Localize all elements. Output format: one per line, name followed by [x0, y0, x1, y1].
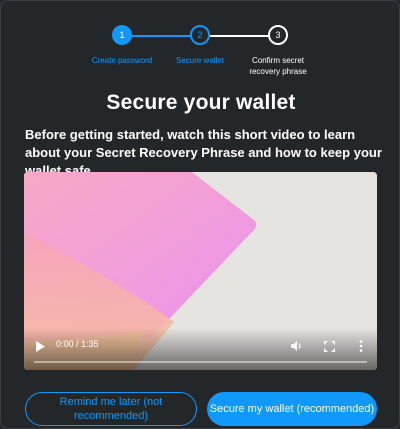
intro-video-player[interactable]: 0:00 / 1:35 — [24, 172, 377, 370]
remind-later-button[interactable]: Remind me later (not recommended) — [25, 392, 197, 426]
video-time: 0:00 / 1:35 — [56, 339, 99, 349]
video-controls: 0:00 / 1:35 — [24, 328, 377, 370]
progress-stepper: 1 Create password 2 Secure wallet 3 Conf… — [1, 25, 399, 85]
play-icon[interactable] — [34, 339, 46, 353]
secure-wallet-button[interactable]: Secure my wallet (recommended) — [207, 392, 377, 426]
more-options-icon[interactable] — [354, 339, 368, 353]
step-label: Confirm secret recovery phrase — [249, 56, 307, 76]
step-number-circle: 2 — [190, 25, 210, 45]
step-confirm-phrase: 3 Confirm secret recovery phrase — [238, 25, 318, 77]
step-number-circle: 3 — [268, 25, 288, 45]
video-progress-bar[interactable] — [34, 361, 367, 363]
volume-icon[interactable] — [290, 339, 304, 353]
step-number-circle: 1 — [112, 25, 132, 45]
onboarding-panel: 1 Create password 2 Secure wallet 3 Conf… — [0, 0, 400, 429]
fullscreen-icon[interactable] — [322, 339, 336, 353]
page-title: Secure your wallet — [106, 91, 296, 114]
